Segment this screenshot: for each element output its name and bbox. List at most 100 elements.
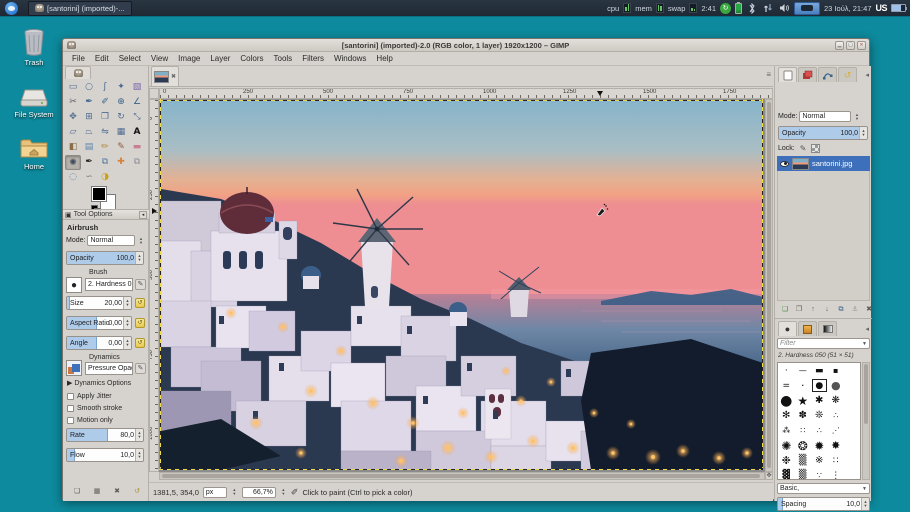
- updates-icon[interactable]: ↻: [720, 3, 731, 14]
- brush-tag-select[interactable]: Basic,▼: [777, 483, 870, 494]
- brush-cell[interactable]: ✽: [795, 408, 812, 423]
- desktop-icon-home[interactable]: Home: [4, 136, 64, 171]
- tool-measure[interactable]: ∠: [129, 95, 145, 110]
- touchpad-indicator[interactable]: [794, 2, 820, 15]
- tab-close-icon[interactable]: ✖: [171, 73, 176, 80]
- tool-shear[interactable]: ▱: [65, 125, 81, 140]
- layer-row-santorini[interactable]: santorini.jpg: [777, 156, 870, 171]
- tool-options-header[interactable]: ▣ Tool Options ◂: [63, 209, 149, 220]
- maximize-button[interactable]: ▢: [846, 41, 855, 50]
- brush-cell[interactable]: ▒: [795, 468, 812, 480]
- tool-ellipse-select[interactable]: ○: [81, 80, 97, 95]
- tool-cage-transform[interactable]: ▦: [113, 125, 129, 140]
- tool-paths[interactable]: ✒: [81, 95, 97, 110]
- zoom-spinner[interactable]: ▲▼: [280, 488, 287, 496]
- applications-menu-icon[interactable]: [5, 2, 18, 15]
- brush-cell[interactable]: ✻: [778, 408, 795, 423]
- tool-flip[interactable]: ⇋: [97, 125, 113, 140]
- mode-select[interactable]: Normal: [87, 235, 135, 246]
- volume-icon[interactable]: [778, 2, 790, 14]
- layer-opacity-slider[interactable]: Opacity 100,0 ▲▼: [778, 126, 868, 140]
- menu-file[interactable]: File: [67, 54, 90, 63]
- brush-cell[interactable]: ▒: [795, 453, 812, 468]
- brush-cell[interactable]: ▬: [811, 363, 828, 378]
- tool-bucket-fill[interactable]: ◧: [65, 140, 81, 155]
- tool-scissors[interactable]: ✂: [65, 95, 81, 110]
- tool-scale[interactable]: ⤡: [129, 110, 145, 125]
- checkbox-row-motion-only[interactable]: Motion only: [63, 414, 149, 426]
- menu-view[interactable]: View: [146, 54, 173, 63]
- duplicate-layer-icon[interactable]: ⧉: [835, 304, 847, 315]
- image-tab[interactable]: ✖: [151, 66, 179, 86]
- vertical-ruler[interactable]: 02505007501000: [149, 99, 159, 472]
- mode-spinner[interactable]: ▲▼: [137, 237, 144, 245]
- aspect-ratio-slider[interactable]: Aspect Ratio 0,00 ▲▼: [66, 316, 132, 330]
- layers-tab[interactable]: [778, 67, 797, 82]
- tool-perspective-clone[interactable]: ⧉: [129, 155, 145, 170]
- brush-cell[interactable]: ※: [811, 453, 828, 468]
- brush-cell[interactable]: ●: [811, 378, 828, 393]
- brush-cell[interactable]: ●: [828, 378, 845, 393]
- vertical-scrollbar[interactable]: [765, 99, 773, 472]
- reset-size-icon[interactable]: ↺: [135, 298, 145, 308]
- brush-thumbnail[interactable]: ●: [66, 277, 82, 293]
- dynamics-name-entry[interactable]: Pressure Opacity: [85, 362, 133, 375]
- brush-cell[interactable]: ∴: [811, 423, 828, 438]
- tool-heal[interactable]: ✚: [113, 155, 129, 170]
- brush-name-entry[interactable]: 2. Hardness 050: [85, 278, 133, 291]
- tool-ink[interactable]: ✒: [81, 155, 97, 170]
- mem-monitor-graph[interactable]: [656, 3, 664, 13]
- network-icon[interactable]: [762, 2, 774, 14]
- toolbox-tab[interactable]: [65, 66, 91, 79]
- tool-crop[interactable]: ❐: [97, 110, 113, 125]
- layer-visibility-icon[interactable]: [780, 161, 789, 167]
- close-button[interactable]: ✕: [857, 41, 866, 50]
- checkbox-row-smooth-stroke[interactable]: Smooth stroke: [63, 402, 149, 414]
- ruler-corner-button[interactable]: [149, 88, 159, 99]
- lower-layer-icon[interactable]: ↓: [821, 304, 833, 315]
- brushes-tab[interactable]: ●: [778, 321, 797, 336]
- brush-cell[interactable]: =: [778, 378, 795, 393]
- size-slider[interactable]: Size 20,00 ▲▼: [66, 296, 132, 310]
- brush-cell[interactable]: ⋮: [828, 468, 845, 480]
- tool-blend[interactable]: ▤: [81, 140, 97, 155]
- tool-dodge-burn[interactable]: ◑: [97, 170, 113, 185]
- lock-alpha-icon[interactable]: [811, 144, 820, 153]
- tool-eraser[interactable]: ▬: [129, 140, 145, 155]
- brush-cell[interactable]: ❋: [828, 393, 845, 408]
- desktop-icon-trash[interactable]: Trash: [4, 28, 64, 67]
- reset-aspect-icon[interactable]: ↺: [135, 318, 145, 328]
- gradients-tab[interactable]: [818, 321, 837, 336]
- tool-perspective[interactable]: ⏢: [81, 125, 97, 140]
- taskbar-window-button[interactable]: [santorini] (imported)-...: [28, 1, 132, 16]
- brush-cell[interactable]: ✺: [778, 438, 795, 453]
- paths-tab[interactable]: [818, 67, 837, 82]
- tool-move[interactable]: ✥: [65, 110, 81, 125]
- brush-cell[interactable]: ✸: [828, 438, 845, 453]
- brush-cell[interactable]: ❉: [778, 453, 795, 468]
- navigation-button[interactable]: ✥: [765, 472, 773, 480]
- brush-cell[interactable]: ▓: [778, 468, 795, 480]
- menu-tools[interactable]: Tools: [269, 54, 298, 63]
- dock-menu-icon[interactable]: ≡: [766, 70, 771, 79]
- battery-status-icon[interactable]: [891, 4, 906, 12]
- battery-icon[interactable]: [735, 3, 742, 14]
- new-layer-icon[interactable]: ❏: [779, 304, 791, 315]
- horizontal-scrollbar[interactable]: [159, 472, 765, 480]
- edit-brush-icon[interactable]: ✎: [135, 279, 146, 290]
- brush-cell[interactable]: ❂: [795, 438, 812, 453]
- window-titlebar[interactable]: [santorini] (imported)-2.0 (RGB color, 1…: [63, 39, 869, 52]
- unit-spinner[interactable]: ▲▼: [231, 488, 238, 496]
- layers-tab-menu-icon[interactable]: ◂: [865, 71, 869, 79]
- layer-mode-spinner[interactable]: ▲▼: [853, 113, 860, 121]
- save-tool-preset-icon[interactable]: ❏: [71, 486, 83, 497]
- reset-angle-icon[interactable]: ↺: [135, 338, 145, 348]
- edit-dynamics-icon[interactable]: ✎: [135, 363, 146, 374]
- tool-paintbrush[interactable]: ✎: [113, 140, 129, 155]
- zoom-select[interactable]: 66,7%: [242, 487, 276, 498]
- menu-filters[interactable]: Filters: [297, 54, 329, 63]
- tool-free-select[interactable]: ʃ: [97, 80, 113, 95]
- brush-cell[interactable]: ●: [778, 393, 795, 408]
- canvas-viewport[interactable]: [159, 99, 765, 472]
- tool-select-by-color[interactable]: ▧: [129, 80, 145, 95]
